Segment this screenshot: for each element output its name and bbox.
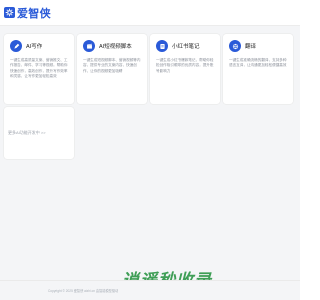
card-header: AI写作 xyxy=(10,40,68,52)
copyright-text: Copyright © 2025 爱智侠 aizhi.cn 由智能模型驱动 xyxy=(48,289,119,293)
card-header: 翻译 xyxy=(229,40,287,52)
card-description: 一键生成准确流畅的翻译，支持多种语言互译，让沟通更加轻松便捷高效 xyxy=(229,58,287,68)
card-header: AI短视频脚本 xyxy=(83,40,141,52)
card-title: AI写作 xyxy=(26,44,43,50)
tool-card-translate[interactable]: 翻译 一键生成准确流畅的翻译，支持多种语言互译，让沟通更加轻松便捷高效 xyxy=(223,34,293,104)
more-features-label: 更多AI功能开发中 >> xyxy=(8,130,46,135)
site-logo[interactable]: 爱智侠 xyxy=(4,5,51,21)
tool-card-ai-writing[interactable]: AI写作 一键生成高质量文案、营销推文、工作报告、邮件、学习等视频。帮助你快速创… xyxy=(4,34,74,104)
tool-card-short-video-script[interactable]: AI短视频脚本 一键生成短视频脚本、营销视频等内容，提供专业的文案内容，快速创作… xyxy=(77,34,147,104)
card-title: 翻译 xyxy=(245,44,257,50)
logo-text: 爱智侠 xyxy=(17,6,51,20)
tool-grid: AI写作 一键生成高质量文案、营销推文、工作报告、邮件、学习等视频。帮助你快速创… xyxy=(4,34,296,159)
site-header: 爱智侠 xyxy=(0,0,300,26)
card-description: 一键生成高质量文案、营销推文、工作报告、邮件、学习等视频。帮助你快速创作，高效创… xyxy=(10,58,68,79)
site-footer: Copyright © 2025 爱智侠 aizhi.cn 由智能模型驱动 xyxy=(0,280,300,300)
card-title: AI短视频脚本 xyxy=(99,44,132,50)
clapper-icon xyxy=(83,40,95,52)
pen-icon xyxy=(10,40,22,52)
tool-card-xiaohongshu-note[interactable]: 小红书笔记 一键生成小红书爆款笔记，帮助你轻松创作吸引眼球的优质内容，提升账号影… xyxy=(150,34,220,104)
card-header: 小红书笔记 xyxy=(156,40,214,52)
more-features-link[interactable]: 更多AI功能开发中 >> xyxy=(4,107,74,159)
gear-icon xyxy=(4,7,15,18)
translate-icon xyxy=(229,40,241,52)
card-title: 小红书笔记 xyxy=(172,44,200,50)
note-icon xyxy=(156,40,168,52)
card-description: 一键生成短视频脚本、营销视频等内容，提供专业的文案内容，快速创作，让你的视频更加… xyxy=(83,58,141,73)
main-content: AI写作 一键生成高质量文案、营销推文、工作报告、邮件、学习等视频。帮助你快速创… xyxy=(0,26,300,280)
card-description: 一键生成小红书爆款笔记，帮助你轻松创作吸引眼球的优质内容，提升账号影响力 xyxy=(156,58,214,73)
